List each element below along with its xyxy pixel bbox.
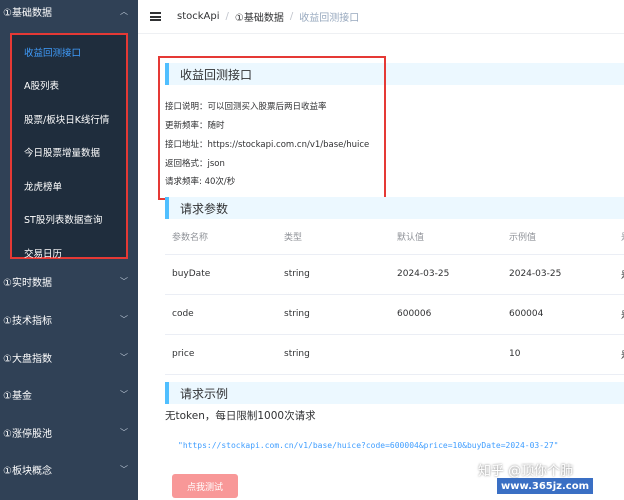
example-title: 请求示例 bbox=[180, 386, 229, 401]
test-button[interactable]: 点我测试 bbox=[172, 474, 238, 498]
submenu-item-st-list[interactable]: ST股列表数据查询 bbox=[12, 203, 126, 237]
chevron-up-icon: ︿ bbox=[120, 6, 128, 16]
table-cell: string bbox=[277, 294, 390, 335]
submenu-item-dragon-tiger[interactable]: 龙虎榜单 bbox=[12, 169, 126, 203]
sidebar: ①基础数据 ︿ 收益回测接口 A股列表 股票/板块日K线行情 今日股票增量数据 … bbox=[0, 0, 138, 500]
menu-limit-up[interactable]: ①涨停股池 ﹀ bbox=[0, 416, 138, 449]
table-cell: 600004 bbox=[502, 294, 614, 335]
menu-fund-label: ①基金 bbox=[3, 391, 32, 402]
table-cell: 是 bbox=[614, 254, 624, 295]
table-row: price string 10 是 bbox=[165, 334, 624, 375]
menu-index-label: ①大盘指数 bbox=[3, 354, 52, 365]
submenu-item-a-share-list[interactable]: A股列表 bbox=[12, 69, 126, 103]
column-header: 类型 bbox=[277, 220, 390, 255]
params-table: 参数名称 类型 默认值 示例值 是 buyDate string 2024-03… bbox=[165, 220, 624, 375]
submenu-item-return-backtest[interactable]: 收益回测接口 bbox=[12, 35, 126, 69]
table-cell: 600006 bbox=[390, 294, 502, 335]
chevron-down-icon: ﹀ bbox=[120, 390, 128, 399]
table-cell: string bbox=[277, 254, 390, 295]
menu-basic-data-label: ①基础数据 bbox=[3, 7, 52, 19]
table-row: code string 600006 600004 是 bbox=[165, 294, 624, 335]
menu-fund[interactable]: ①基金 ﹀ bbox=[0, 378, 138, 411]
breadcrumb-separator: / bbox=[289, 11, 294, 22]
example-title-bar: 请求示例 bbox=[165, 382, 624, 404]
column-header: 是 bbox=[614, 220, 624, 255]
table-cell: 2024-03-25 bbox=[390, 254, 502, 295]
breadcrumb-separator: / bbox=[225, 11, 229, 22]
submenu-item-daily-increment[interactable]: 今日股票增量数据 bbox=[12, 136, 126, 170]
submenu-item-daily-kline[interactable]: 股票/板块日K线行情 bbox=[12, 102, 126, 136]
table-row: buyDate string 2024-03-25 2024-03-25 是 bbox=[165, 254, 624, 295]
menu-sector[interactable]: ①板块概念 ﹀ bbox=[0, 453, 138, 486]
breadcrumb-home[interactable]: stockApi bbox=[177, 11, 220, 22]
chevron-down-icon: ﹀ bbox=[120, 315, 128, 324]
table-cell: price bbox=[165, 334, 277, 375]
table-cell: 10 bbox=[502, 334, 614, 375]
menu-realtime-label: ①实时数据 bbox=[3, 278, 52, 289]
table-cell: 是 bbox=[614, 294, 624, 335]
menu-technical-label: ①技术指标 bbox=[3, 316, 52, 327]
menu-realtime[interactable]: ①实时数据 ﹀ bbox=[0, 265, 138, 298]
chevron-down-icon: ﹀ bbox=[120, 428, 128, 437]
submenu-basic-data: 收益回测接口 A股列表 股票/板块日K线行情 今日股票增量数据 龙虎榜单 ST股… bbox=[10, 33, 128, 260]
hamburger-icon[interactable] bbox=[150, 12, 161, 21]
site-badge: www.365jz.com bbox=[497, 478, 594, 494]
header: stockApi / ①基础数据 / 收益回测接口 bbox=[138, 0, 624, 34]
chevron-down-icon: ﹀ bbox=[120, 465, 128, 474]
column-header: 参数名称 bbox=[165, 220, 277, 255]
request-example-url: "https://stockapi.com.cn/v1/base/huice?c… bbox=[178, 441, 559, 450]
table-cell bbox=[390, 334, 502, 375]
table-cell: 2024-03-25 bbox=[502, 254, 614, 295]
table-cell: code bbox=[165, 294, 277, 335]
table-cell: 是 bbox=[614, 334, 624, 375]
menu-limit-up-label: ①涨停股池 bbox=[3, 429, 52, 440]
menu-technical[interactable]: ①技术指标 ﹀ bbox=[0, 303, 138, 336]
menu-basic-data[interactable]: ①基础数据 ︿ bbox=[0, 0, 138, 22]
table-header-row: 参数名称 类型 默认值 示例值 是 bbox=[165, 220, 624, 255]
breadcrumb-current: 收益回测接口 bbox=[299, 13, 360, 24]
menu-sector-label: ①板块概念 bbox=[3, 466, 52, 477]
request-limit-text: 无token，每日限制1000次请求 bbox=[165, 410, 316, 422]
column-header: 默认值 bbox=[390, 220, 502, 255]
chevron-down-icon: ﹀ bbox=[120, 353, 128, 362]
breadcrumb-basic-data[interactable]: ①基础数据 bbox=[235, 9, 284, 24]
watermark-text: 知乎 @顶你个肺 bbox=[478, 464, 574, 479]
table-cell: buyDate bbox=[165, 254, 277, 295]
chevron-down-icon: ﹀ bbox=[120, 277, 128, 286]
highlight-box bbox=[158, 56, 386, 200]
menu-index[interactable]: ①大盘指数 ﹀ bbox=[0, 341, 138, 374]
params-title-bar: 请求参数 bbox=[165, 197, 624, 219]
table-cell: string bbox=[277, 334, 390, 375]
column-header: 示例值 bbox=[502, 220, 614, 255]
params-title: 请求参数 bbox=[180, 201, 229, 216]
